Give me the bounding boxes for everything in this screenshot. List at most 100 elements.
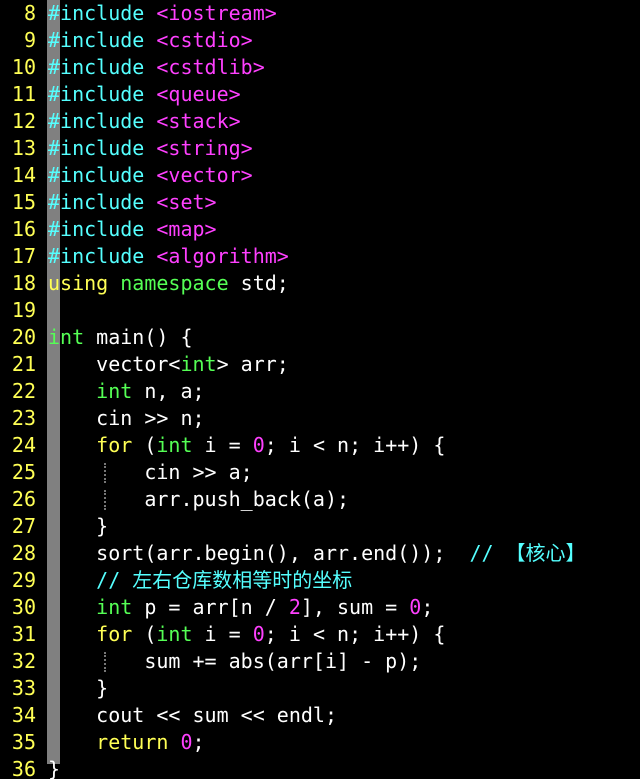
code-token: main() { [84,325,193,349]
code-line[interactable]: 10 #include <cstdlib> [0,54,640,81]
code-line[interactable]: 17 #include <algorithm> [0,243,640,270]
code-text: #include <set> [48,189,217,216]
code-token: #include [48,109,145,133]
code-token: // 左右仓库数相等时的坐标 [96,568,353,592]
code-line[interactable]: 24 for (int i = 0; i < n; i++) { [0,432,640,459]
code-line[interactable]: 15 #include <set> [0,189,640,216]
code-line[interactable]: 28 sort(arr.begin(), arr.end()); // 【核心】 [0,540,640,567]
code-token: ; [421,595,434,619]
code-line[interactable]: 23 cin >> n; [0,405,640,432]
code-line[interactable]: 30 int p = arr[n / 2], sum = 0; [0,594,640,621]
code-text: #include <cstdio> [48,27,253,54]
code-text: arr.push_back(a); [48,486,349,513]
code-text: return 0; [48,729,204,756]
code-line[interactable]: 29 // 左右仓库数相等时的坐标 [0,567,640,594]
code-token: // 【核心】 [469,541,586,565]
code-token: } [48,514,109,538]
line-number: 29 [11,568,36,592]
code-token: <set> [156,190,217,214]
code-editor[interactable]: 8 #include <iostream> 9 #include <cstdio> 10… [0,0,640,779]
code-token: ( [132,622,157,646]
line-number: 12 [11,109,36,133]
code-token: 0 [409,595,422,619]
code-token: i = [192,622,253,646]
line-number: 27 [11,514,36,538]
line-number: 23 [11,406,36,430]
code-line[interactable]: 34 cout << sum << endl; [0,702,640,729]
code-line[interactable]: 26 arr.push_back(a); [0,486,640,513]
code-line[interactable]: 22 int n, a; [0,378,640,405]
code-token: int [156,433,193,457]
code-text: #include <algorithm> [48,243,289,270]
code-text: #include <stack> [48,108,241,135]
line-number: 28 [11,541,36,565]
line-number: 16 [11,217,36,241]
code-token: <cstdlib> [156,55,265,79]
code-line[interactable]: 19 [0,297,640,324]
line-number: 9 [23,28,36,52]
code-text: int p = arr[n / 2], sum = 0; [48,594,433,621]
code-line[interactable]: 16 #include <map> [0,216,640,243]
code-line[interactable]: 8 #include <iostream> [0,0,640,27]
code-token: #include [48,28,145,52]
code-token: ; i < n; i++) { [264,433,446,457]
line-number: 33 [11,676,36,700]
code-line[interactable]: 11 #include <queue> [0,81,640,108]
code-token: i = [192,433,253,457]
code-line[interactable]: 35 return 0; [0,729,640,756]
code-token: <string> [156,136,253,160]
code-line[interactable]: 13 #include <string> [0,135,640,162]
code-line[interactable]: 21 vector<int> arr; [0,351,640,378]
code-line[interactable]: 9 #include <cstdio> [0,27,640,54]
code-token: int [180,352,217,376]
code-line[interactable]: 33 } [0,675,640,702]
code-line[interactable]: 32 sum += abs(arr[i] - p); [0,648,640,675]
code-line[interactable]: 18 using namespace std; [0,270,640,297]
code-token: for [96,622,133,646]
code-line[interactable]: 27 } [0,513,640,540]
code-line[interactable]: 20 int main() { [0,324,640,351]
code-token: cin >> n; [48,406,205,430]
code-line[interactable]: 25 cin >> a; [0,459,640,486]
code-token: 2 [288,595,301,619]
code-line[interactable]: 36} [0,756,640,779]
line-number: 21 [11,352,36,376]
code-token: n, a; [132,379,205,403]
code-token: int [96,595,133,619]
code-text: } [48,675,108,702]
line-number: 14 [11,163,36,187]
line-number: 15 [11,190,36,214]
code-text: sum += abs(arr[i] - p); [48,648,421,675]
code-text: cin >> a; [48,459,252,486]
code-token: sort(arr.begin(), arr.end()); [48,541,470,565]
code-line[interactable]: 14 #include <vector> [0,162,640,189]
code-text: #include <string> [48,135,253,162]
code-text: cin >> n; [48,405,205,432]
code-token: for [96,433,133,457]
code-token: 0 [252,622,265,646]
code-token: cout << sum << endl; [48,703,337,727]
code-token: <algorithm> [156,244,289,268]
line-number: 35 [11,730,36,754]
code-token: <cstdio> [156,28,253,52]
line-number: 34 [11,703,36,727]
code-line[interactable]: 31 for (int i = 0; i < n; i++) { [0,621,640,648]
code-line[interactable]: 12 #include <stack> [0,108,640,135]
code-text: int n, a; [48,378,205,405]
line-number: 17 [11,244,36,268]
code-token: using [48,271,109,295]
code-token: #include [48,1,145,25]
code-text: for (int i = 0; i < n; i++) { [48,621,445,648]
code-token: vector< [48,352,181,376]
line-number: 18 [11,271,36,295]
code-token: arr.push_back(a); [48,487,350,511]
code-token: > arr; [216,352,289,376]
